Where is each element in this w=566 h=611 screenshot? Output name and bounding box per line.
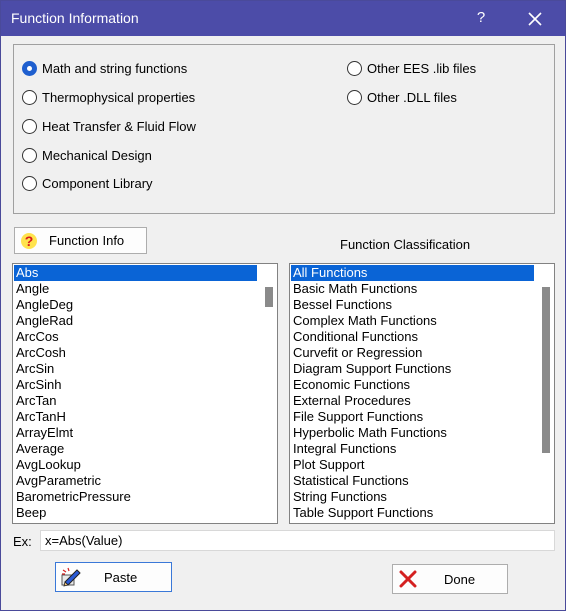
list-item[interactable]: ArcTanH (14, 409, 257, 425)
function-info-button[interactable]: ? Function Info (14, 227, 147, 254)
list-item[interactable]: BarometricPressure (14, 489, 257, 505)
radio-label: Math and string functions (42, 61, 188, 76)
classification-scrollbar[interactable] (537, 265, 554, 523)
radio-label: Mechanical Design (42, 148, 152, 163)
example-field: x=Abs(Value) (40, 530, 555, 551)
done-label: Done (444, 571, 476, 587)
list-item[interactable]: Integral Functions (291, 441, 534, 457)
paste-button[interactable]: Paste (55, 562, 172, 592)
radio-mechanical-design[interactable]: Mechanical Design (22, 148, 152, 163)
radio-label: Heat Transfer & Fluid Flow (42, 119, 196, 134)
window-title: Function Information (11, 10, 139, 26)
function-info-label: Function Info (49, 233, 125, 248)
radio-unchecked-icon (22, 148, 37, 163)
list-item[interactable]: Curvefit or Regression (291, 345, 534, 361)
list-item[interactable]: Conditional Functions (291, 329, 534, 345)
list-item[interactable]: Average (14, 441, 257, 457)
classification-scroll-thumb[interactable] (542, 287, 550, 453)
list-item[interactable]: ArrayElmt (14, 425, 257, 441)
red-x-icon (399, 570, 417, 588)
radio-label: Other EES .lib files (367, 61, 477, 76)
list-item[interactable]: File Support Functions (291, 409, 534, 425)
svg-text:?: ? (25, 233, 34, 249)
list-item[interactable]: Hyperbolic Math Functions (291, 425, 534, 441)
classification-heading: Function Classification (340, 237, 471, 252)
list-item[interactable]: Beep (14, 505, 257, 521)
list-item[interactable]: Angle (14, 281, 257, 297)
close-icon (528, 12, 542, 26)
list-item[interactable]: Complex Math Functions (291, 313, 534, 329)
list-item[interactable]: AvgLookup (14, 457, 257, 473)
list-item[interactable]: Plot Support (291, 457, 534, 473)
category-group: Math and string functions Thermophysical… (13, 44, 555, 214)
classification-listbox[interactable]: All Functions Basic Math Functions Bessel … (289, 263, 555, 524)
list-item[interactable]: ArcTan (14, 393, 257, 409)
functions-scrollbar[interactable] (260, 265, 277, 523)
question-mark-icon: ? (21, 232, 37, 249)
list-item[interactable]: Table Support Functions (291, 505, 534, 521)
list-item[interactable]: ArcCos (14, 329, 257, 345)
list-item[interactable]: External Procedures (291, 393, 534, 409)
radio-label: Thermophysical properties (42, 90, 196, 105)
close-button[interactable] (521, 7, 549, 31)
example-label: Ex: (13, 534, 32, 549)
radio-thermophysical-properties[interactable]: Thermophysical properties (22, 90, 195, 105)
radio-label: Other .DLL files (367, 90, 457, 105)
list-item[interactable]: AvgParametric (14, 473, 257, 489)
list-item[interactable]: Abs (14, 265, 257, 281)
paste-pencil-icon (61, 567, 81, 587)
functions-list-items: Abs Angle AngleDeg AngleRad ArcCos ArcCosh Arc… (14, 265, 257, 521)
list-item[interactable]: Basic Math Functions (291, 281, 534, 297)
radio-unchecked-icon (347, 90, 362, 105)
radio-component-library[interactable]: Component Library (22, 176, 153, 191)
functions-listbox[interactable]: Abs Angle AngleDeg AngleRad ArcCos ArcCosh Arc… (12, 263, 278, 524)
list-item[interactable]: Economic Functions (291, 377, 534, 393)
radio-math-and-string-functions[interactable]: Math and string functions (22, 61, 187, 76)
classification-list-items: All Functions Basic Math Functions Bessel … (291, 265, 534, 521)
radio-unchecked-icon (22, 90, 37, 105)
list-item[interactable]: Statistical Functions (291, 473, 534, 489)
radio-label: Component Library (42, 176, 153, 191)
radio-other-dll-files[interactable]: Other .DLL files (347, 90, 457, 105)
done-button[interactable]: Done (392, 564, 508, 594)
list-item[interactable]: Diagram Support Functions (291, 361, 534, 377)
list-item[interactable]: ArcSinh (14, 377, 257, 393)
radio-other-ees-lib-files[interactable]: Other EES .lib files (347, 61, 476, 76)
list-item[interactable]: Bessel Functions (291, 297, 534, 313)
list-item[interactable]: ArcSin (14, 361, 257, 377)
list-item[interactable]: AngleRad (14, 313, 257, 329)
radio-unchecked-icon (22, 119, 37, 134)
radio-checked-icon (22, 61, 37, 76)
paste-label: Paste (104, 569, 138, 585)
radio-heat-transfer-fluid-flow[interactable]: Heat Transfer & Fluid Flow (22, 119, 196, 134)
list-item[interactable]: All Functions (291, 265, 534, 281)
radio-unchecked-icon (22, 176, 37, 191)
radio-unchecked-icon (347, 61, 362, 76)
list-item[interactable]: AngleDeg (14, 297, 257, 313)
list-item[interactable]: ArcCosh (14, 345, 257, 361)
help-button[interactable]: ? (469, 9, 493, 29)
title-bar: Function Information ? (1, 1, 565, 36)
list-item[interactable]: String Functions (291, 489, 534, 505)
function-information-dialog: Function Information ? Math and string f… (0, 0, 566, 611)
functions-scroll-thumb[interactable] (265, 287, 273, 307)
